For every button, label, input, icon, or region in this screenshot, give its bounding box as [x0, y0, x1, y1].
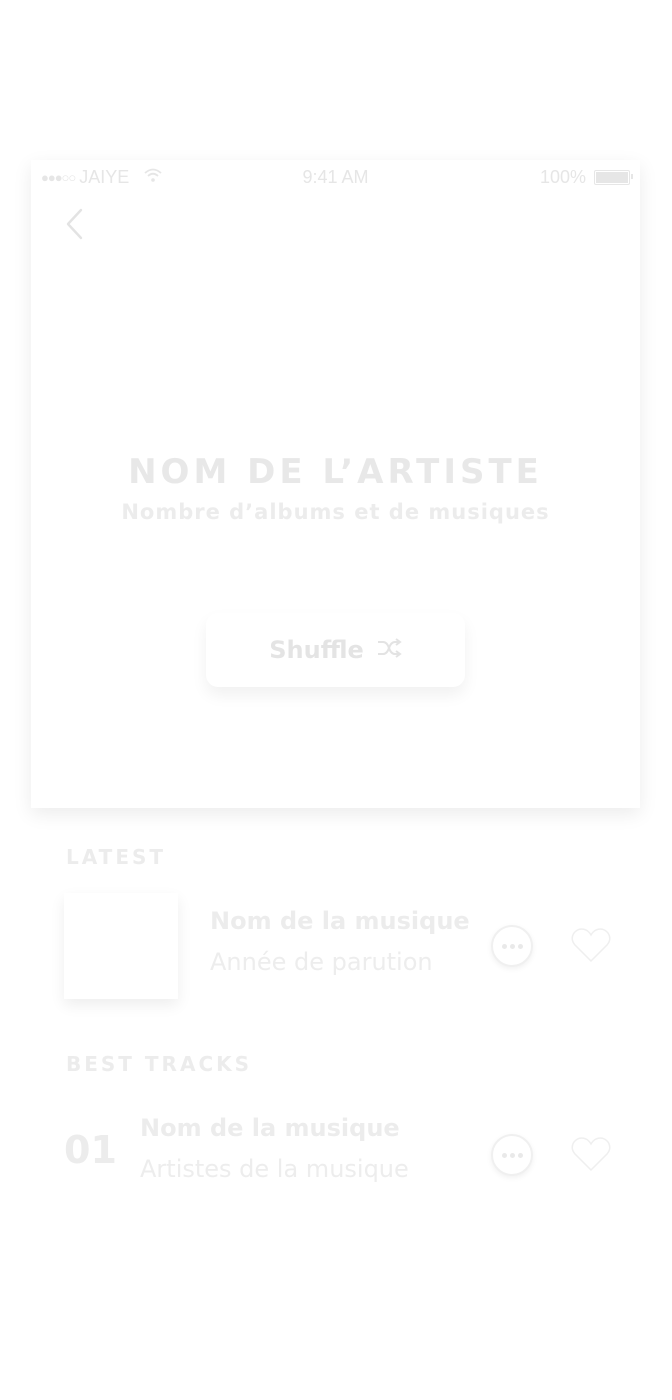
- back-button[interactable]: [61, 204, 89, 244]
- best-track-artists: Artistes de la musique: [140, 1155, 409, 1183]
- battery-icon: [594, 170, 633, 185]
- artist-header-card: ●●●○○ JAIYE 9:41 AM 100% NOM DE L’ARTIST…: [31, 160, 640, 808]
- more-horizontal-icon: [501, 1152, 523, 1158]
- latest-more-button[interactable]: [491, 925, 533, 967]
- latest-track-year: Année de parution: [210, 948, 433, 976]
- latest-track-name[interactable]: Nom de la musique: [210, 907, 470, 935]
- battery-percent: 100%: [539, 167, 586, 187]
- shuffle-button[interactable]: Shuffle: [206, 613, 465, 687]
- artist-subtitle: Nombre d’albums et de musiques: [121, 500, 550, 524]
- best-track-like-button[interactable]: [570, 1134, 612, 1174]
- best-tracks-section-title: BEST TRACKS: [66, 1052, 253, 1076]
- heart-icon: [571, 928, 611, 963]
- chevron-left-icon: [66, 208, 83, 240]
- best-track-more-button[interactable]: [491, 1134, 533, 1176]
- artist-name: NOM DE L’ARTISTE: [128, 452, 543, 492]
- album-cover[interactable]: [64, 893, 178, 999]
- shuffle-label: Shuffle: [269, 636, 364, 664]
- status-right: 100%: [539, 167, 633, 188]
- latest-section-title: LATEST: [66, 845, 167, 869]
- shuffle-icon: [376, 637, 402, 663]
- more-horizontal-icon: [501, 943, 523, 949]
- latest-like-button[interactable]: [570, 925, 612, 965]
- heart-icon: [571, 1137, 611, 1172]
- track-number: 01: [64, 1128, 117, 1172]
- status-bar: ●●●○○ JAIYE 9:41 AM 100%: [31, 160, 640, 194]
- artist-page: ●●●○○ JAIYE 9:41 AM 100% NOM DE L’ARTIST…: [0, 0, 672, 1400]
- best-track-name: Nom de la musique: [140, 1114, 400, 1142]
